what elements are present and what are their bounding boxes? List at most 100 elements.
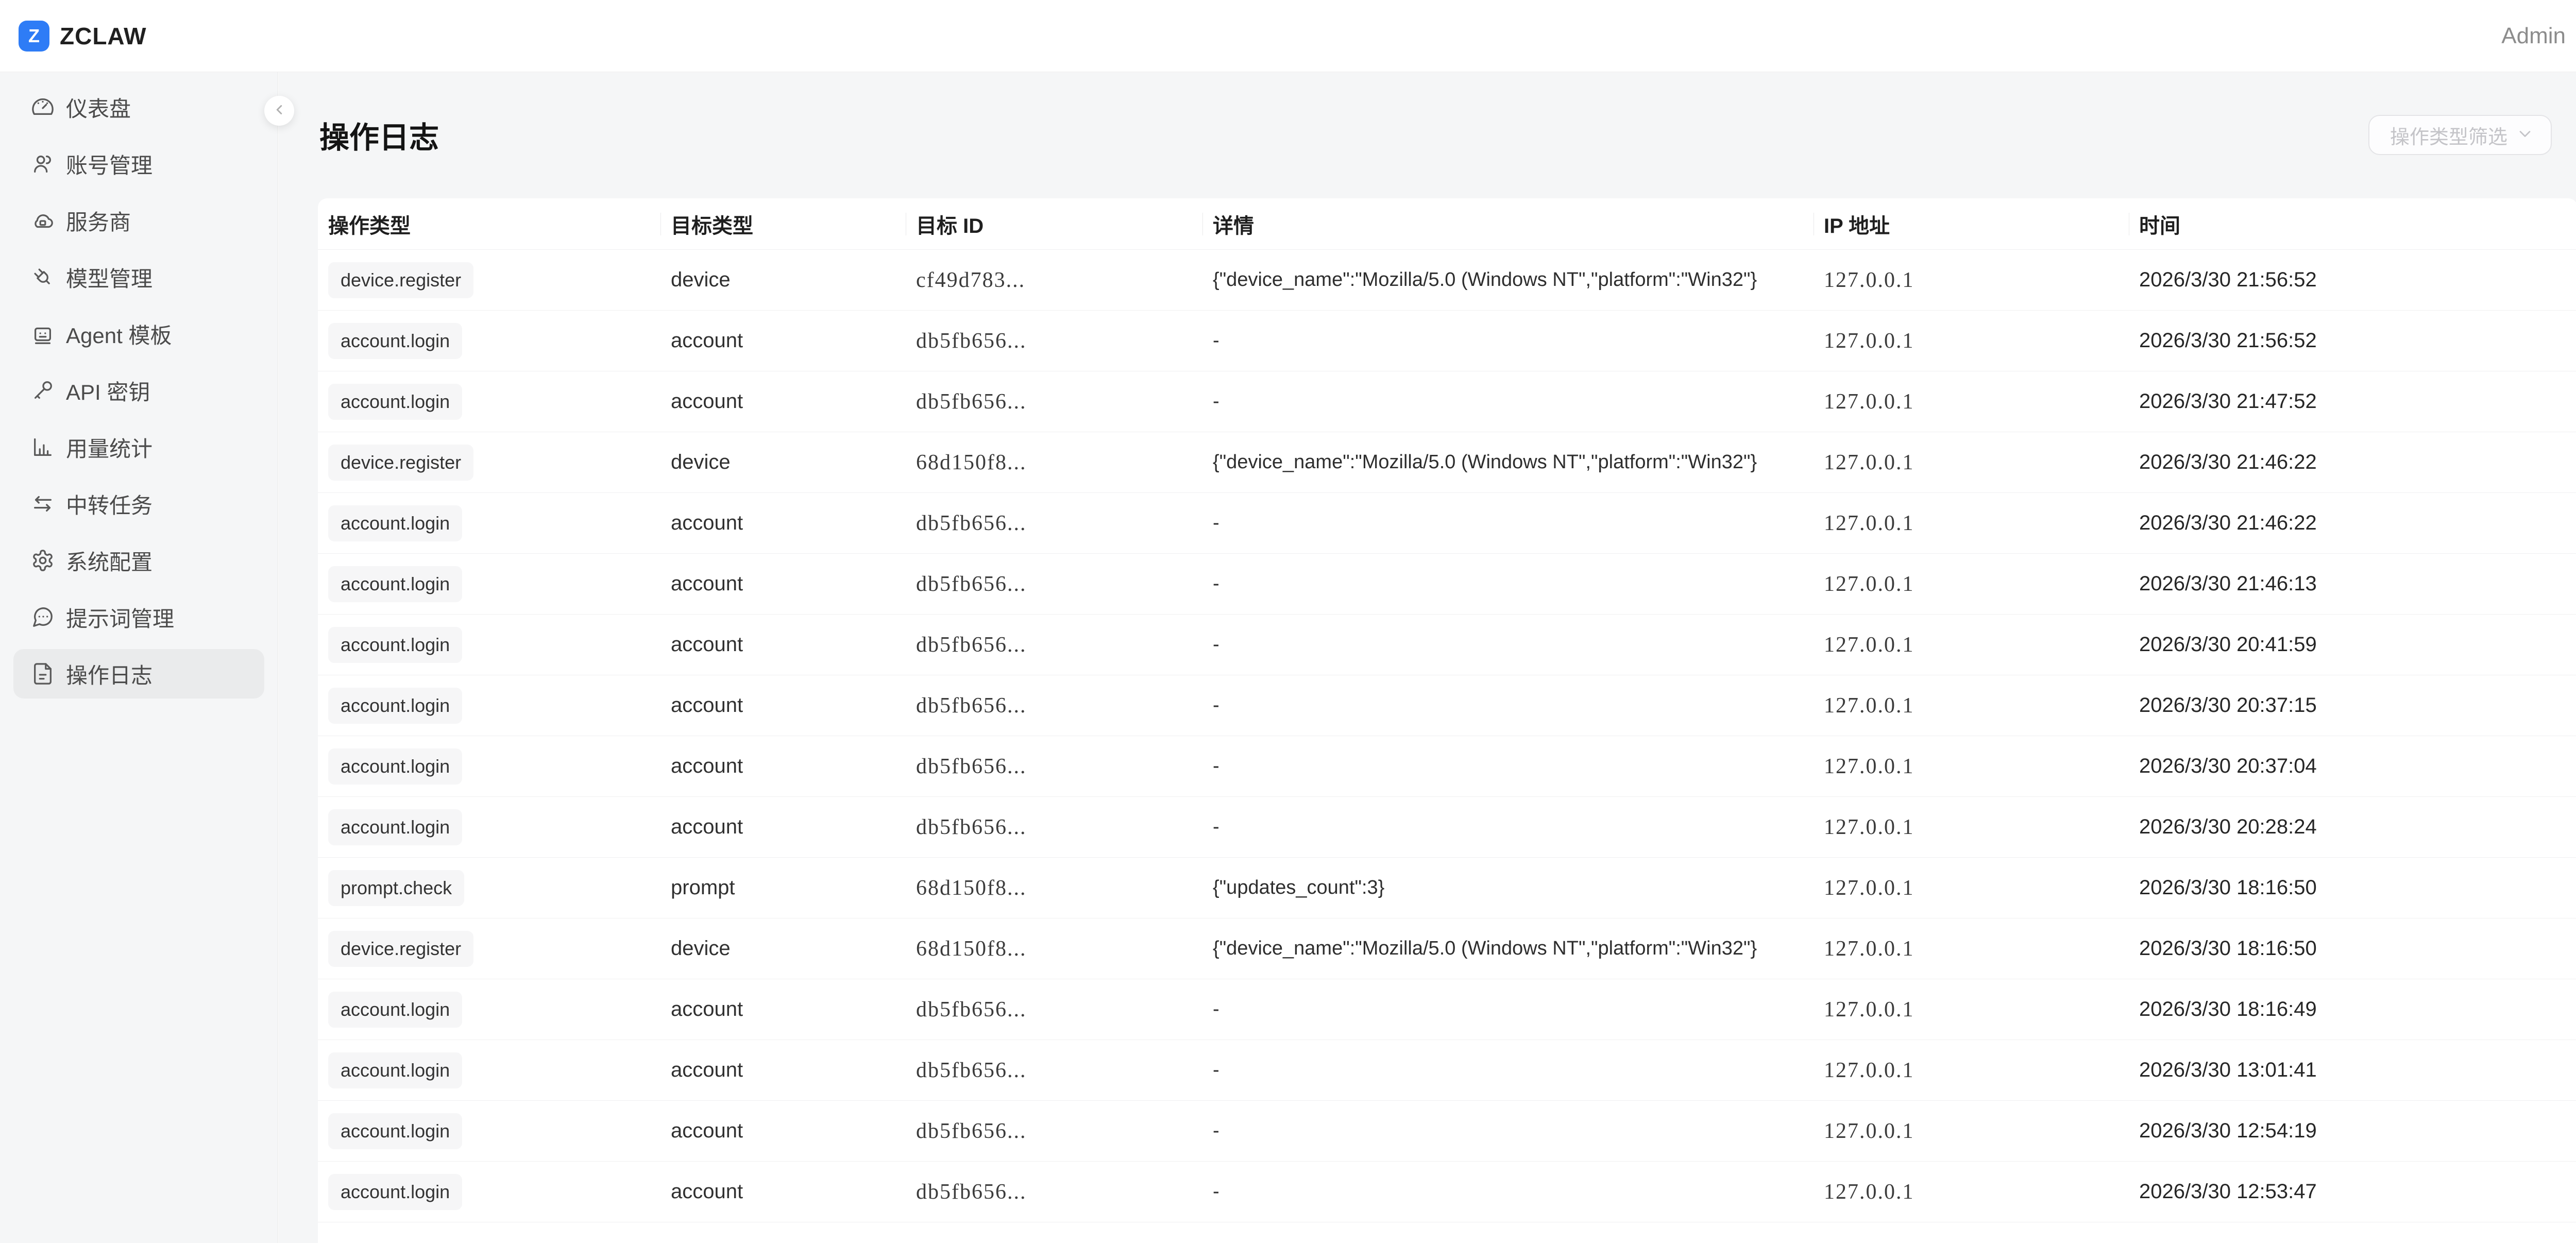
target-type-cell-text: account <box>671 694 743 717</box>
target-type-cell-text: account <box>671 998 743 1020</box>
target-type-cell-text: device <box>671 268 731 291</box>
target-type-cell: account <box>660 755 906 778</box>
ip-cell-text: 127.0.0.1 <box>1824 268 1914 292</box>
time-cell-text: 2026/3/30 21:46:13 <box>2139 572 2317 595</box>
ip-cell-text: 127.0.0.1 <box>1824 572 1914 596</box>
table-header-row: 操作类型目标类型目标 ID详情IP 地址时间 <box>318 198 2576 250</box>
sidebar-item-账号管理[interactable]: 账号管理 <box>13 139 264 189</box>
table-partial-row <box>318 1222 2576 1243</box>
target-id-cell: db5fb656... <box>906 1119 1202 1144</box>
sidebar-item-用量统计[interactable]: 用量统计 <box>13 422 264 472</box>
detail-cell: - <box>1202 390 1814 413</box>
sidebar-item-中转任务[interactable]: 中转任务 <box>13 479 264 529</box>
time-cell: 2026/3/30 18:16:50 <box>2129 937 2576 960</box>
table-row: account.loginaccountdb5fb656...- 127.0.0.… <box>318 736 2576 797</box>
target-id-cell: cf49d783... <box>906 268 1202 293</box>
target-id-cell-text: db5fb656... <box>916 329 1027 353</box>
target-id-cell: db5fb656... <box>906 754 1202 779</box>
op-type-badge-text: device.register <box>328 262 473 298</box>
op-type-badge: account.login <box>318 627 660 663</box>
target-id-cell: db5fb656... <box>906 1058 1202 1083</box>
table-row: account.loginaccountdb5fb656...-127.0.0.… <box>318 493 2576 554</box>
ip-cell-text: 127.0.0.1 <box>1824 815 1914 839</box>
brand-logo-icon: Z <box>19 21 49 52</box>
detail-cell-text: - <box>1213 755 1219 777</box>
op-type-badge-text: prompt.check <box>328 870 464 906</box>
operation-type-filter-select[interactable]: 操作类型筛选 <box>2368 115 2552 155</box>
chevron-down-icon <box>2516 125 2534 146</box>
column-header: 时间 <box>2129 198 2576 249</box>
ip-cell: 127.0.0.1 <box>1814 1058 2129 1083</box>
ip-cell-text: 127.0.0.1 <box>1824 633 1914 657</box>
time-cell: 2026/3/30 21:46:22 <box>2129 512 2576 535</box>
time-cell-text: 2026/3/30 21:56:52 <box>2139 329 2317 352</box>
target-type-cell: account <box>660 1059 906 1082</box>
user-menu[interactable]: Admin <box>2501 23 2566 49</box>
time-cell-text: 2026/3/30 13:01:41 <box>2139 1059 2317 1081</box>
op-type-badge: account.login <box>318 992 660 1028</box>
ip-cell: 127.0.0.1 <box>1814 754 2129 779</box>
target-id-cell: db5fb656... <box>906 693 1202 718</box>
sidebar-item-服务商[interactable]: 服务商 <box>13 196 264 245</box>
sidebar-item-提示词管理[interactable]: 提示词管理 <box>13 592 264 642</box>
target-id-cell-text: 68d150f8... <box>916 937 1027 961</box>
time-cell: 2026/3/30 18:16:50 <box>2129 876 2576 899</box>
sidebar-item-api-密钥[interactable]: API 密钥 <box>13 366 264 415</box>
time-cell-text: 2026/3/30 18:16:50 <box>2139 937 2317 960</box>
time-cell: 2026/3/30 20:28:24 <box>2129 815 2576 839</box>
target-type-cell-text: device <box>671 451 731 473</box>
target-type-cell-text: account <box>671 1059 743 1081</box>
detail-cell-text: {"device_name":"Mozilla/5.0 (Windows NT"… <box>1213 269 1757 291</box>
ip-cell: 127.0.0.1 <box>1814 268 2129 293</box>
sidebar-item-label: 模型管理 <box>66 262 152 293</box>
sidebar-item-label: 提示词管理 <box>66 602 174 633</box>
table-row: account.loginaccountdb5fb656...-127.0.0.… <box>318 797 2576 858</box>
detail-cell-text: {"updates_count":3} <box>1213 877 1384 898</box>
op-type-badge: account.login <box>318 748 660 785</box>
op-type-badge: device.register <box>318 262 660 298</box>
ip-cell: 127.0.0.1 <box>1814 1180 2129 1204</box>
target-type-cell-text: account <box>671 572 743 595</box>
target-id-cell: db5fb656... <box>906 511 1202 536</box>
sidebar-item-模型管理[interactable]: 模型管理 <box>13 252 264 302</box>
time-cell-text: 2026/3/30 21:46:22 <box>2139 512 2317 534</box>
detail-cell: - <box>1202 998 1814 1020</box>
ip-cell-text: 127.0.0.1 <box>1824 755 1914 778</box>
message-dots-icon <box>31 605 55 629</box>
target-id-cell-text: 68d150f8... <box>916 451 1027 474</box>
ip-cell: 127.0.0.1 <box>1814 572 2129 597</box>
sidebar-item-仪表盘[interactable]: 仪表盘 <box>13 82 264 132</box>
target-id-cell: db5fb656... <box>906 815 1202 840</box>
sidebar-collapse-button[interactable] <box>264 96 294 126</box>
op-type-badge-text: account.login <box>328 384 462 420</box>
ip-cell-text: 127.0.0.1 <box>1824 512 1914 535</box>
target-type-cell-text: account <box>671 390 743 413</box>
op-type-badge: account.login <box>318 688 660 724</box>
op-type-badge-text: account.login <box>328 505 462 541</box>
detail-cell-text: - <box>1213 998 1219 1020</box>
ip-cell: 127.0.0.1 <box>1814 329 2129 353</box>
target-type-cell-text: account <box>671 1180 743 1203</box>
sidebar-item-操作日志[interactable]: 操作日志 <box>13 649 264 699</box>
target-type-cell-text: account <box>671 1119 743 1142</box>
detail-cell-text: - <box>1213 512 1219 534</box>
time-cell-text: 2026/3/30 20:37:04 <box>2139 755 2317 777</box>
op-type-badge: account.login <box>318 505 660 541</box>
ip-cell: 127.0.0.1 <box>1814 876 2129 900</box>
main-content: 操作日志 操作类型筛选 操作类型目标类型目标 ID详情IP 地址时间 devic… <box>279 72 2576 1243</box>
op-type-badge-text: account.login <box>328 688 462 724</box>
target-type-cell: account <box>660 329 906 352</box>
sidebar-item-agent-模板[interactable]: Agent 模板 <box>13 309 264 359</box>
table-row: account.loginaccountdb5fb656...-127.0.0.… <box>318 675 2576 736</box>
op-type-badge: account.login <box>318 1052 660 1088</box>
filter-placeholder: 操作类型筛选 <box>2390 121 2516 149</box>
op-type-badge-text: account.login <box>328 627 462 663</box>
op-type-badge-text: account.login <box>328 323 462 359</box>
op-type-badge: device.register <box>318 931 660 967</box>
table-row: account.loginaccountdb5fb656...-127.0.0.… <box>318 615 2576 675</box>
op-type-badge-text: device.register <box>328 931 473 967</box>
sidebar-item-系统配置[interactable]: 系统配置 <box>13 536 264 585</box>
sidebar-item-label: 用量统计 <box>66 432 152 463</box>
target-id-cell: db5fb656... <box>906 329 1202 353</box>
target-type-cell: account <box>660 572 906 595</box>
